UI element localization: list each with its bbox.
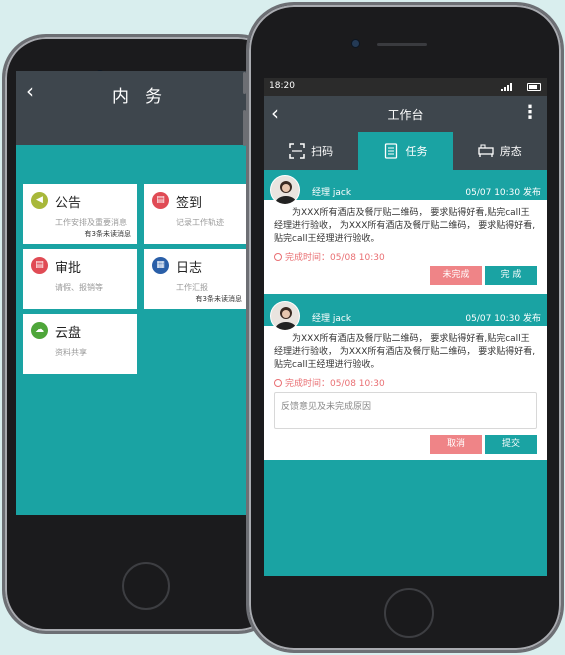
bed-icon — [478, 144, 494, 157]
tab-label: 扫码 — [311, 145, 334, 158]
approval-icon: ▤ — [31, 257, 48, 274]
task-card: 经理 jack 05/07 10:30 发布 为XXX所有酒店及餐厅贴二维码， … — [264, 301, 547, 460]
task-header: 经理 jack 05/07 10:30 发布 — [264, 306, 547, 326]
checkin-icon: ▤ — [152, 192, 169, 209]
earpiece-speaker — [377, 43, 427, 46]
tab-bar: 扫码 任务 房态 — [264, 132, 547, 170]
tab-task[interactable]: 任务 — [358, 132, 453, 170]
card-desc: 记录工作轨迹 — [176, 218, 224, 227]
task-manager: 经理 jack — [312, 188, 352, 198]
submit-button[interactable]: 提交 — [485, 435, 537, 454]
tab-room-status[interactable]: 房态 — [453, 132, 547, 170]
card-title: 云盘 — [55, 326, 82, 341]
card-desc: 请假、报销等 — [55, 283, 103, 292]
document-icon — [385, 143, 398, 159]
card-approval[interactable]: ▤ 审批 请假、报销等 — [23, 249, 137, 309]
task-description: 为XXX所有酒店及餐厅贴二维码， 要求贴得好看,贴完call王经理进行验收， 为… — [274, 208, 536, 244]
task-header: 经理 jack 05/07 10:30 发布 — [264, 180, 547, 200]
front-camera — [351, 39, 360, 48]
task-card: 经理 jack 05/07 10:30 发布 为XXX所有酒店及餐厅贴二维码， … — [264, 175, 547, 294]
task-publish-date: 05/07 10:30 发布 — [465, 188, 541, 198]
unread-note: 有3条未读消息 — [84, 230, 131, 238]
card-desc: 资料共享 — [55, 348, 87, 357]
card-desc: 工作汇报 — [176, 283, 208, 292]
power-button — [561, 140, 564, 180]
left-header: ‹ 内务 — [16, 71, 248, 145]
status-bar: 18:20 — [264, 78, 547, 96]
volume-button — [243, 110, 246, 146]
log-icon: ▦ — [152, 257, 169, 274]
scan-icon — [289, 143, 305, 159]
task-manager: 经理 jack — [312, 314, 352, 324]
right-screen: 18:20 ‹ 工作台 ⋮ 扫码 任务 房态 经理 jack 05/07 10:… — [264, 78, 547, 576]
complete-button[interactable]: 完 成 — [485, 266, 537, 285]
tab-label: 房态 — [499, 145, 522, 158]
task-done-time: 完成时间：05/08 10:30 — [274, 376, 385, 389]
battery-icon — [527, 83, 541, 91]
left-screen: ‹ 内务 ◀ 公告 工作安排及重要消息 有3条未读消息 ▤ 签到 记录工作轨迹 … — [16, 71, 248, 515]
tab-label: 任务 — [405, 145, 428, 158]
card-title: 审批 — [55, 261, 82, 276]
status-time: 18:20 — [269, 81, 295, 91]
task-publish-date: 05/07 10:30 发布 — [465, 314, 541, 324]
home-button[interactable] — [384, 588, 434, 638]
app-header: ‹ 工作台 ⋮ — [264, 96, 547, 132]
card-title: 公告 — [55, 196, 82, 211]
clock-icon — [274, 252, 282, 261]
megaphone-icon: ◀ — [31, 192, 48, 209]
card-title: 日志 — [176, 261, 203, 276]
task-done-time: 完成时间：05/08 10:30 — [274, 250, 385, 263]
tab-scan[interactable]: 扫码 — [264, 132, 358, 170]
mute-switch — [243, 72, 246, 94]
feedback-input[interactable]: 反馈意见及未完成原因 — [274, 392, 537, 429]
unread-note: 有3条未读消息 — [195, 295, 242, 303]
task-description: 为XXX所有酒店及餐厅贴二维码， 要求贴得好看,贴完call王经理进行验收， 为… — [274, 334, 536, 370]
back-chevron-icon[interactable]: ‹ — [26, 81, 34, 101]
not-completed-button[interactable]: 未完成 — [430, 266, 482, 285]
avatar — [270, 175, 300, 205]
more-vertical-icon[interactable]: ⋮ — [521, 104, 539, 122]
done-time-text: 完成时间：05/08 10:30 — [285, 379, 385, 389]
card-desc: 工作安排及重要消息 — [55, 218, 127, 227]
card-checkin[interactable]: ▤ 签到 记录工作轨迹 — [144, 184, 248, 244]
page-title: 工作台 — [387, 108, 424, 122]
card-title: 签到 — [176, 196, 203, 211]
page-title: 内务 — [112, 87, 178, 107]
signal-icon — [501, 83, 512, 91]
card-announcement[interactable]: ◀ 公告 工作安排及重要消息 有3条未读消息 — [23, 184, 137, 244]
cancel-button[interactable]: 取消 — [430, 435, 482, 454]
done-time-text: 完成时间：05/08 10:30 — [285, 253, 385, 263]
card-log[interactable]: ▦ 日志 工作汇报 有3条未读消息 — [144, 249, 248, 309]
card-cloud[interactable]: ☁ 云盘 资料共享 — [23, 314, 137, 374]
clock-icon — [274, 378, 282, 387]
home-button[interactable] — [122, 562, 170, 610]
cloud-icon: ☁ — [31, 322, 48, 339]
avatar — [270, 301, 300, 331]
